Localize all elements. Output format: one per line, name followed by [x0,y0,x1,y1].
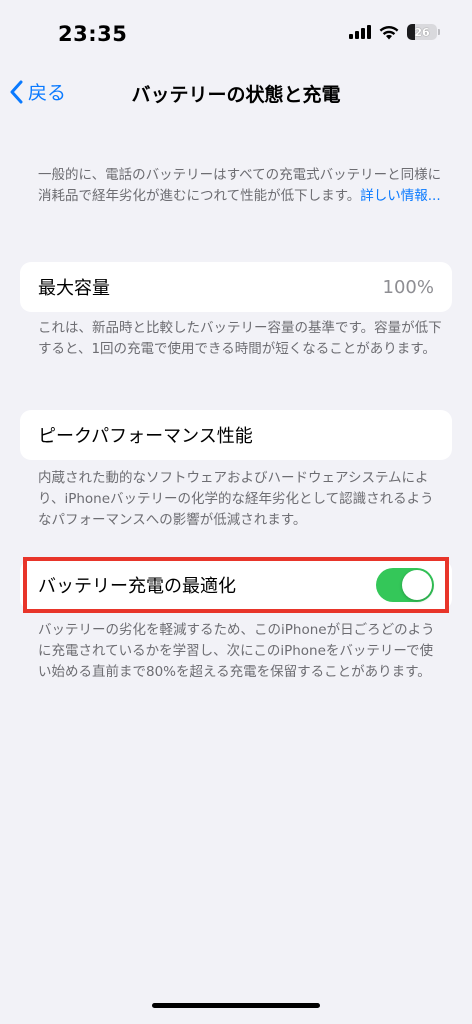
navigation-bar: 戻る バッテリーの状態と充電 [0,70,472,114]
wifi-icon [379,25,399,39]
optimized-charging-footnote: バッテリーの劣化を軽減するため、このiPhoneが日ごろどのように充電されている… [38,622,435,680]
learn-more-link[interactable]: 詳しい情報... [360,188,440,204]
page-title: バッテリーの状態と充電 [131,84,341,106]
highlight-annotation [23,557,449,613]
status-bar: 23:35 26 [0,0,472,70]
peak-performance-label: ピークパフォーマンス性能 [38,426,253,447]
max-capacity-value: 100% [382,276,434,298]
home-indicator[interactable] [152,1003,320,1008]
battery-level: 26 [414,25,430,39]
cellular-signal-icon [349,25,371,39]
battery-nub [438,29,440,35]
peak-performance-footnote: 内蔵された動的なソフトウェアおよびハードウェアシステムにより、iPhoneバッテ… [38,470,434,528]
status-icons: 26 [349,24,440,40]
max-capacity-label: 最大容量 [38,278,110,299]
battery-icon: 26 [407,24,437,40]
max-capacity-footnote: これは、新品時と比較したバッテリー容量の基準です。容量が低下すると、1回の充電で… [38,320,442,357]
max-capacity-cell: 最大容量 100% [20,262,452,312]
peak-performance-cell: ピークパフォーマンス性能 [20,410,452,460]
intro-description: 一般的に、電話のバッテリーはすべての充電式バッテリーと同様に消耗品で経年劣化が進… [38,165,442,207]
status-time: 23:35 [58,22,128,46]
